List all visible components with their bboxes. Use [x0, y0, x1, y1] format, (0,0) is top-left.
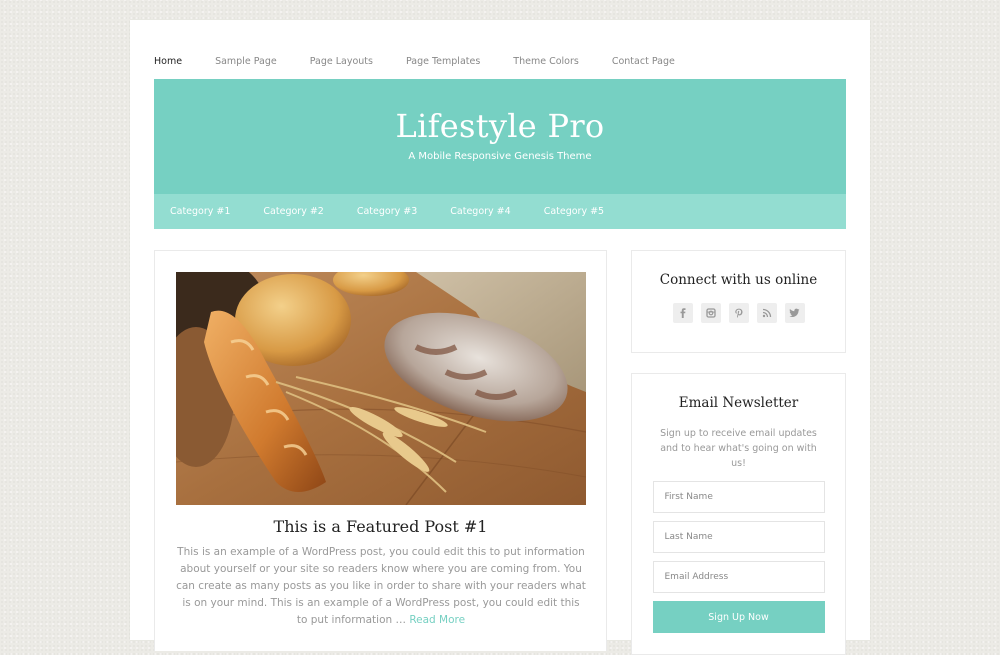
- featured-post: This is a Featured Post #1 This is an ex…: [154, 250, 607, 651]
- first-name-field[interactable]: [652, 481, 825, 513]
- nav-item-page-layouts[interactable]: Page Layouts: [310, 56, 373, 68]
- rss-icon[interactable]: [756, 303, 777, 323]
- top-navigation: Home Sample Page Page Layouts Page Templ…: [154, 56, 708, 68]
- category-item-3[interactable]: Category #3: [357, 206, 417, 217]
- instagram-icon[interactable]: [700, 303, 721, 323]
- nav-item-sample-page[interactable]: Sample Page: [215, 56, 277, 68]
- nav-item-theme-colors[interactable]: Theme Colors: [513, 56, 579, 68]
- category-item-5[interactable]: Category #5: [544, 206, 604, 217]
- site-header: Lifestyle Pro A Mobile Responsive Genesi…: [154, 79, 846, 194]
- sign-up-button[interactable]: Sign Up Now: [652, 601, 825, 633]
- newsletter-widget: Email Newsletter Sign up to receive emai…: [631, 373, 846, 655]
- category-navigation: Category #1 Category #2 Category #3 Cate…: [154, 194, 846, 229]
- newsletter-title: Email Newsletter: [678, 395, 799, 411]
- site-description: A Mobile Responsive Genesis Theme: [408, 151, 592, 162]
- pinterest-icon[interactable]: [728, 303, 749, 323]
- category-item-4[interactable]: Category #4: [450, 206, 510, 217]
- email-field[interactable]: [652, 561, 825, 593]
- nav-item-contact-page[interactable]: Contact Page: [612, 56, 675, 68]
- post-excerpt: This is an example of a WordPress post, …: [176, 544, 586, 629]
- nav-item-page-templates[interactable]: Page Templates: [406, 56, 480, 68]
- site-title[interactable]: Lifestyle Pro: [154, 107, 846, 145]
- featured-post-image[interactable]: [176, 272, 586, 505]
- category-item-2[interactable]: Category #2: [263, 206, 323, 217]
- read-more-link[interactable]: Read More: [409, 614, 465, 626]
- facebook-icon[interactable]: [672, 303, 693, 323]
- site-container: Home Sample Page Page Layouts Page Templ…: [130, 20, 870, 655]
- post-excerpt-text: This is an example of a WordPress post, …: [176, 546, 586, 626]
- connect-widget-title: Connect with us online: [659, 272, 818, 288]
- connect-widget: Connect with us online: [631, 250, 846, 353]
- social-icons: [632, 303, 845, 323]
- twitter-icon[interactable]: [784, 303, 805, 323]
- category-item-1[interactable]: Category #1: [170, 206, 230, 217]
- post-title[interactable]: This is a Featured Post #1: [155, 517, 606, 537]
- nav-item-home[interactable]: Home: [154, 56, 182, 68]
- newsletter-text: Sign up to receive email updates and to …: [660, 428, 817, 469]
- last-name-field[interactable]: [652, 521, 825, 553]
